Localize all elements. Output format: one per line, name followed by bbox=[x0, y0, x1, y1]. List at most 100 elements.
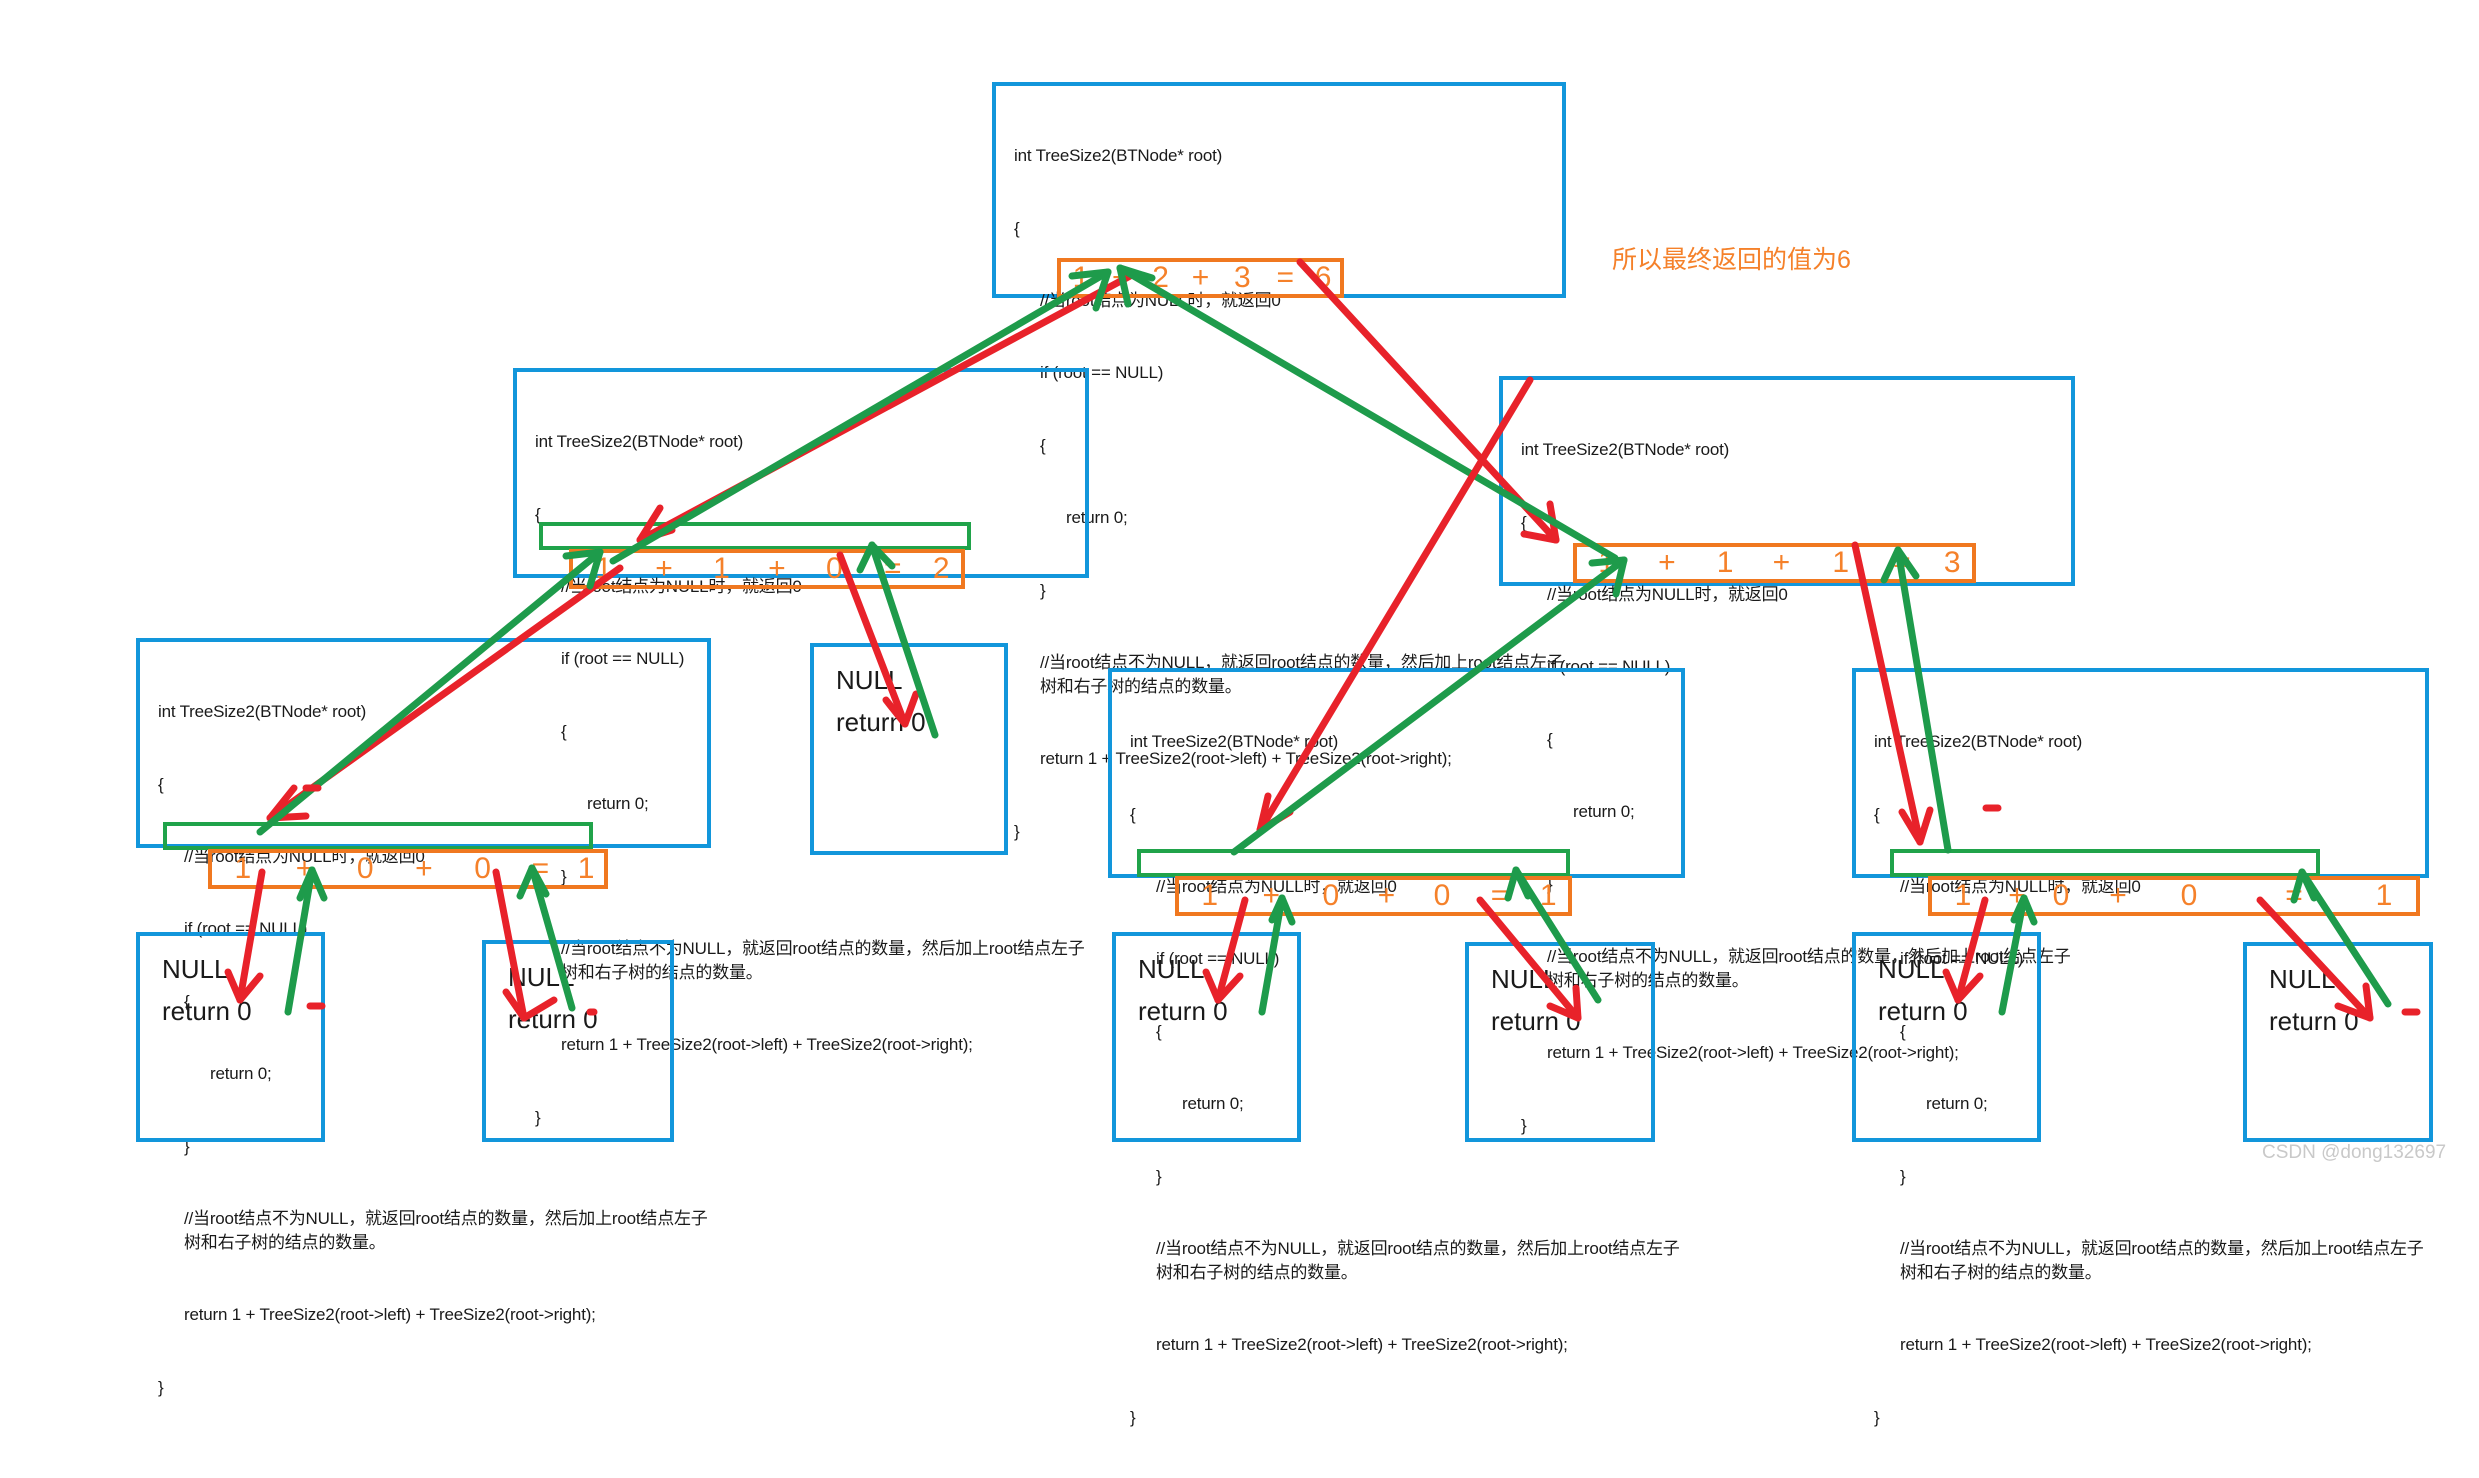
null-label: NULL bbox=[162, 954, 229, 984]
null-label: NULL bbox=[1491, 964, 1558, 994]
result-term-b: 0 bbox=[356, 852, 374, 885]
null-leaf-2: NULL return 0 bbox=[482, 940, 674, 1142]
result-term-a: 1 bbox=[1954, 879, 1972, 912]
result-term-c: 1 bbox=[1832, 546, 1849, 579]
result-term-c: 3 bbox=[1234, 261, 1251, 294]
null-label: NULL bbox=[1878, 954, 1945, 984]
result-term-a: 1 bbox=[1201, 879, 1219, 912]
code-inner-open: { bbox=[1040, 435, 1046, 455]
final-return-note: 所以最终返回的值为6 bbox=[1612, 246, 1851, 274]
result-term-b: 2 bbox=[1152, 261, 1169, 294]
code-return-line: return 1 + TreeSize2(root->left) + TreeS… bbox=[184, 1305, 596, 1325]
null-return-label: return 0 bbox=[162, 996, 252, 1026]
result-bar-level2-left: 1 + 1 + 0 = 2 bbox=[569, 549, 965, 589]
result-equals: = bbox=[2285, 879, 2303, 912]
result-total: 2 bbox=[932, 552, 950, 585]
result-equals: = bbox=[1490, 879, 1509, 912]
code-close-brace: } bbox=[1130, 1407, 1136, 1427]
return-line-highlight-level2-left bbox=[539, 522, 971, 550]
null-return-label: return 0 bbox=[836, 707, 926, 737]
code-inner-close: } bbox=[1156, 1166, 1162, 1186]
result-term-b: 1 bbox=[1716, 546, 1734, 579]
null-leaf-6: NULL return 0 bbox=[2243, 942, 2433, 1142]
result-plus-1: + bbox=[295, 852, 314, 885]
result-term-a: 1 bbox=[595, 552, 613, 585]
result-term-c: 0 bbox=[825, 552, 843, 585]
null-return-label: return 0 bbox=[1491, 1006, 1581, 1036]
code-close-brace: } bbox=[158, 1377, 164, 1397]
return-line-highlight-level3-right bbox=[1890, 849, 2320, 877]
result-equals: = bbox=[883, 552, 902, 585]
null-leaf-level3-middle: NULL return 0 bbox=[810, 643, 1008, 855]
result-bar-level2-right: 1 + 1 + 1 = 3 bbox=[1573, 543, 1976, 583]
null-return-label: return 0 bbox=[1878, 996, 1968, 1026]
result-bar-level3-right: 1 + 0 + 0 = 1 bbox=[1928, 876, 2420, 916]
code-comment-recurse: //当root结点不为NULL，就返回root结点的数量，然后加上root结点左… bbox=[184, 1208, 708, 1252]
code-signature: int TreeSize2(BTNode* root) bbox=[1521, 440, 1730, 460]
code-open-brace: { bbox=[1014, 218, 1020, 238]
null-label: NULL bbox=[2269, 964, 2336, 994]
code-signature: int TreeSize2(BTNode* root) bbox=[1130, 732, 1339, 752]
watermark: CSDN @dong132697 bbox=[2262, 1142, 2447, 1163]
result-total: 6 bbox=[1314, 261, 1332, 294]
result-plus-2: + bbox=[1191, 261, 1210, 294]
result-term-b: 0 bbox=[1322, 879, 1340, 912]
result-total: 3 bbox=[1943, 546, 1961, 579]
result-bar-level3-mid: 1 + 0 + 0 = 1 bbox=[1175, 876, 1572, 916]
result-term-c: 0 bbox=[2180, 879, 2198, 912]
code-if-line: if (root == NULL) bbox=[1040, 363, 1164, 383]
result-plus-2: + bbox=[768, 552, 786, 585]
code-comment-recurse: //当root结点不为NULL，就返回root结点的数量，然后加上root结点左… bbox=[1156, 1238, 1680, 1282]
result-term-a: 1 bbox=[1598, 546, 1615, 579]
call-frame-level3-mid: int TreeSize2(BTNode* root) { //当root结点为… bbox=[1108, 668, 1685, 1427]
result-plus-1: + bbox=[1112, 261, 1130, 294]
result-term-c: 0 bbox=[1433, 879, 1451, 912]
return-line-highlight-level3-mid bbox=[1137, 849, 1570, 877]
result-term-b: 0 bbox=[2052, 879, 2070, 912]
code-signature: int TreeSize2(BTNode* root) bbox=[158, 702, 367, 722]
code-return-line: return 1 + TreeSize2(root->left) + TreeS… bbox=[1156, 1335, 1568, 1355]
code-open-brace: { bbox=[158, 774, 164, 794]
code-signature: int TreeSize2(BTNode* root) bbox=[1874, 732, 2083, 752]
null-leaf-1: NULL return 0 bbox=[136, 932, 325, 1142]
result-total: 1 bbox=[2375, 879, 2393, 912]
result-equals: = bbox=[531, 852, 550, 885]
code-open-brace: { bbox=[1521, 512, 1527, 532]
null-leaf-4: NULL return 0 bbox=[1465, 942, 1655, 1142]
code-signature: int TreeSize2(BTNode* root) bbox=[535, 432, 744, 452]
code-comment-recurse: //当root结点不为NULL，就返回root结点的数量，然后加上root结点左… bbox=[1900, 1238, 2424, 1282]
result-plus-1: + bbox=[1262, 879, 1281, 912]
result-total: 1 bbox=[577, 852, 595, 885]
code-inner-close: } bbox=[1900, 1166, 1906, 1186]
null-leaf-3: NULL return 0 bbox=[1112, 932, 1301, 1142]
result-plus-1: + bbox=[2008, 879, 2026, 912]
result-plus-2: + bbox=[1377, 879, 1396, 912]
result-term-c: 0 bbox=[474, 852, 491, 885]
code-close-brace: } bbox=[1874, 1407, 1880, 1427]
null-label: NULL bbox=[836, 665, 903, 695]
result-bar-root: 1 + 2 + 3 = 6 bbox=[1057, 258, 1344, 298]
code-return-line: return 1 + TreeSize2(root->left) + TreeS… bbox=[1900, 1335, 2312, 1355]
call-frame-level3-right: int TreeSize2(BTNode* root) { //当root结点为… bbox=[1852, 668, 2429, 1427]
result-plus-2: + bbox=[1772, 546, 1791, 579]
result-total: 1 bbox=[1539, 879, 1557, 912]
result-bar-level3-left: 1 + 0 + 0 = 1 bbox=[208, 849, 608, 889]
code-inner-close: } bbox=[1040, 580, 1046, 600]
code-comment-null: //当root结点为NULL时，就返回0 bbox=[1547, 585, 1788, 604]
result-plus-2: + bbox=[2109, 879, 2127, 912]
result-equals: = bbox=[1276, 261, 1294, 294]
result-term-a: 1 bbox=[234, 852, 252, 885]
null-leaf-5: NULL return 0 bbox=[1852, 932, 2041, 1142]
null-return-label: return 0 bbox=[2269, 1006, 2359, 1036]
null-return-label: return 0 bbox=[508, 1004, 598, 1034]
result-term-a: 1 bbox=[1072, 261, 1090, 294]
null-label: NULL bbox=[1138, 954, 1205, 984]
return-line-highlight-level3-left bbox=[163, 822, 593, 850]
result-plus-1: + bbox=[1658, 546, 1676, 579]
code-open-brace: { bbox=[1130, 804, 1136, 824]
result-plus-2: + bbox=[415, 852, 433, 885]
code-return-zero: return 0; bbox=[1066, 508, 1128, 528]
null-return-label: return 0 bbox=[1138, 996, 1228, 1026]
null-label: NULL bbox=[508, 962, 575, 992]
code-open-brace: { bbox=[1874, 804, 1880, 824]
